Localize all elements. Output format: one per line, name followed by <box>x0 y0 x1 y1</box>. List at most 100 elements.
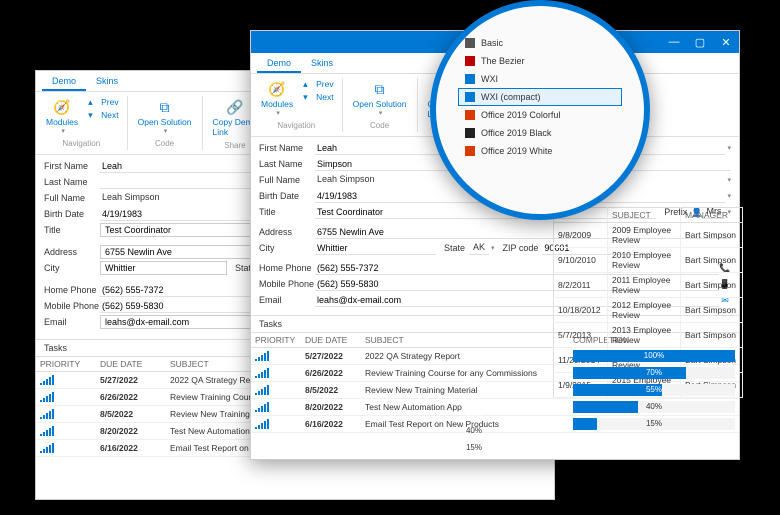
cell-date: 5/7/2013 <box>554 323 608 348</box>
compass-icon: 🧭 <box>53 98 71 116</box>
label-first-name: First Name <box>44 161 100 171</box>
theme-picker-overlay: Basic The Bezier WXI WXI (compact) Offic… <box>430 0 650 220</box>
label-last-name: Last Name <box>44 177 100 187</box>
minimize-button[interactable]: — <box>667 36 681 48</box>
compass-icon: 🧭 <box>268 80 286 98</box>
cell-due: 8/20/2022 <box>96 423 166 440</box>
cell-due: 6/16/2022 <box>96 440 166 457</box>
col-due[interactable]: DUE DATE <box>301 333 361 348</box>
cell-subject: 2022 QA Strategy Report <box>361 348 569 365</box>
col-due[interactable]: DUE DATE <box>96 357 166 372</box>
next-button[interactable]: ▾Next <box>301 91 335 103</box>
theme-swatch-icon <box>465 110 475 120</box>
cell-manager: Bart Simpson <box>681 298 743 323</box>
theme-option[interactable]: WXI (compact) <box>458 88 622 106</box>
link-icon: 🔗 <box>226 98 244 116</box>
theme-list: Basic The Bezier WXI WXI (compact) Offic… <box>436 6 644 188</box>
table-row[interactable]: 9/10/20102010 Employee ReviewBart Simpso… <box>554 248 743 273</box>
label-email: Email <box>44 317 100 327</box>
signal-icon <box>255 351 277 361</box>
signal-icon <box>40 392 62 402</box>
table-row[interactable]: 6/26/2022 Review Training Course for any… <box>251 365 739 382</box>
city-input[interactable] <box>100 261 227 275</box>
table-row[interactable]: 9/8/20092009 Employee ReviewBart Simpson <box>554 223 743 248</box>
tab-demo[interactable]: Demo <box>42 73 86 91</box>
prev-button[interactable]: ▴Prev <box>86 96 120 108</box>
cell-due: 8/5/2022 <box>301 382 361 399</box>
theme-option[interactable]: WXI <box>458 70 622 88</box>
label-mobile-phone: Mobile Phone <box>259 279 315 289</box>
theme-name: The Bezier <box>481 56 525 66</box>
theme-swatch-icon <box>465 128 475 138</box>
table-row[interactable]: 5/27/2022 2022 QA Strategy Report 100% <box>251 348 739 365</box>
tab-skins[interactable]: Skins <box>301 55 343 73</box>
state-select[interactable]: AK <box>469 241 489 255</box>
theme-name: Office 2019 White <box>481 146 552 156</box>
theme-swatch-icon <box>465 56 475 66</box>
theme-option[interactable]: Basic <box>458 34 622 52</box>
modules-button[interactable]: 🧭Modules▾ <box>42 96 82 137</box>
cell-due: 6/26/2022 <box>301 365 361 382</box>
signal-icon <box>40 443 62 453</box>
cell-date: 8/2/2011 <box>554 273 608 298</box>
maximize-button[interactable]: ▢ <box>693 36 707 49</box>
theme-option[interactable]: The Bezier <box>458 52 622 70</box>
city-input[interactable] <box>315 241 436 255</box>
label-address: Address <box>259 227 315 237</box>
table-row[interactable]: 8/5/2022 Review New Training Material 55… <box>251 382 739 399</box>
signal-icon <box>255 368 277 378</box>
col-subject[interactable]: SUBJECT <box>608 208 681 223</box>
next-button[interactable]: ▾Next <box>86 109 120 121</box>
theme-option[interactable]: Office 2019 Colorful <box>458 106 622 124</box>
cell-manager: Bart Simpson <box>681 273 743 298</box>
cell-due: 6/26/2022 <box>96 389 166 406</box>
col-subject[interactable]: SUBJECT <box>361 333 569 348</box>
cell-subject: 2009 Employee Review <box>608 223 681 248</box>
table-row[interactable]: 10/18/20122012 Employee ReviewBart Simps… <box>554 298 743 323</box>
cell-date: 9/8/2009 <box>554 223 608 248</box>
theme-swatch-icon <box>465 38 475 48</box>
cell-manager: Bart Simpson <box>681 248 743 273</box>
table-row[interactable]: 6/16/2022 Email Test Report on New Produ… <box>251 416 739 433</box>
close-button[interactable]: ✕ <box>719 36 733 49</box>
cell-subject: 2010 Employee Review <box>608 248 681 273</box>
cell-due: 8/20/2022 <box>301 399 361 416</box>
cell-subject: 2011 Employee Review <box>608 273 681 298</box>
tab-skins[interactable]: Skins <box>86 73 128 91</box>
ribbon-group-label: Share <box>224 141 245 150</box>
progress-bar: 15% <box>573 418 735 430</box>
cell-due: 6/16/2022 <box>301 416 361 433</box>
cell-due: 5/27/2022 <box>301 348 361 365</box>
ribbon-group-label: Navigation <box>62 139 100 148</box>
open-solution-button[interactable]: ⧉Open Solution▾ <box>349 78 411 119</box>
tab-demo[interactable]: Demo <box>257 55 301 73</box>
theme-option[interactable]: Office 2019 Black <box>458 124 622 142</box>
theme-name: WXI <box>481 74 498 84</box>
signal-icon <box>40 409 62 419</box>
cell-due: 8/5/2022 <box>96 406 166 423</box>
progress-bar: 40% <box>573 401 735 413</box>
col-manager[interactable]: MANAGER <box>681 208 743 223</box>
ribbon-group-label: Code <box>155 139 174 148</box>
open-solution-button[interactable]: ⧉Open Solution▾ <box>134 96 196 137</box>
theme-swatch-icon <box>465 74 475 84</box>
label-state: State <box>444 243 465 253</box>
table-row[interactable]: 8/2/20112011 Employee ReviewBart Simpson <box>554 273 743 298</box>
col-priority[interactable]: PRIORITY <box>36 357 96 372</box>
cell-date: 10/18/2012 <box>554 298 608 323</box>
prev-button[interactable]: ▴Prev <box>301 78 335 90</box>
ribbon-group-label: Navigation <box>277 121 315 130</box>
theme-option[interactable]: Office 2019 White <box>458 142 622 160</box>
label-email: Email <box>259 295 315 305</box>
theme-name: Basic <box>481 38 503 48</box>
vs-icon: ⧉ <box>156 98 174 116</box>
table-row[interactable]: 8/20/2022 Test New Automation App 40% <box>251 399 739 416</box>
theme-name: Office 2019 Colorful <box>481 110 560 120</box>
cell-due: 5/27/2022 <box>96 372 166 389</box>
label-home-phone: Home Phone <box>259 263 315 273</box>
col-priority[interactable]: PRIORITY <box>251 333 301 348</box>
modules-button[interactable]: 🧭Modules▾ <box>257 78 297 119</box>
progress-bar: 100% <box>573 350 735 362</box>
signal-icon <box>255 402 277 412</box>
table-row[interactable]: 5/7/20132013 Employee ReviewBart Simpson <box>554 323 743 348</box>
